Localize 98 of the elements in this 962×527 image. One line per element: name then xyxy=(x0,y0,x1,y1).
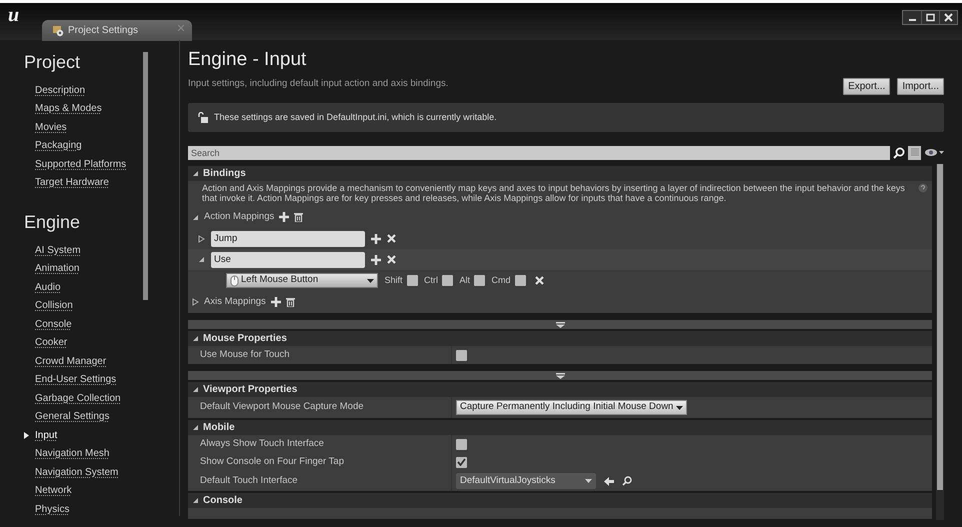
expanded-arrow-icon[interactable] xyxy=(192,214,199,220)
caret-icon[interactable] xyxy=(367,278,374,282)
search-icon[interactable] xyxy=(622,476,632,486)
expanded-arrow-icon[interactable] xyxy=(192,497,199,504)
expanded-arrow-icon[interactable] xyxy=(192,170,199,177)
scrollbar-thumb[interactable] xyxy=(937,164,943,490)
sidebar-link[interactable]: Movies xyxy=(35,120,67,135)
sidebar-link[interactable]: AI System xyxy=(35,242,81,258)
close-button[interactable] xyxy=(939,11,957,24)
trash-icon[interactable] xyxy=(286,297,295,307)
sidebar-link[interactable]: Crowd Manager xyxy=(35,354,106,369)
property-label: Always Show Touch Interface xyxy=(200,436,324,451)
back-arrow-icon[interactable] xyxy=(604,476,614,486)
grid-view-button[interactable] xyxy=(908,146,921,160)
group-label: Action Mappings xyxy=(204,210,274,224)
expand-down-icon xyxy=(556,322,564,328)
section-heading: Project xyxy=(23,51,82,74)
search-icon[interactable] xyxy=(893,146,905,158)
checkbox[interactable] xyxy=(456,456,467,468)
key-dropdown[interactable]: Left Mouse Button xyxy=(226,273,378,288)
maximize-button[interactable] xyxy=(921,11,939,24)
checkbox[interactable] xyxy=(514,275,526,286)
sidebar-link[interactable]: End-User Settings xyxy=(35,372,116,388)
minimize-button[interactable] xyxy=(903,11,921,24)
dropdown[interactable]: Capture Permanently Including Initial Mouse Down xyxy=(456,400,688,415)
group-label: Axis Mappings xyxy=(204,294,266,309)
name-field[interactable]: Use xyxy=(211,252,365,268)
name-field[interactable]: Jump xyxy=(211,230,365,246)
checkbox[interactable] xyxy=(456,350,467,360)
search-field[interactable]: Search xyxy=(188,146,890,160)
tab-title: Project Settings xyxy=(68,24,138,38)
maximize-icon xyxy=(926,13,935,22)
sidebar-link[interactable]: Physics xyxy=(35,502,70,516)
checkbox[interactable] xyxy=(442,275,454,286)
property-label: Default Touch Interface xyxy=(200,474,298,488)
category-title: Bindings xyxy=(203,167,246,181)
property-label: Use Mouse for Touch xyxy=(200,348,290,362)
grid-icon xyxy=(910,148,918,157)
sidebar-link[interactable]: Description xyxy=(35,82,86,98)
app-logo: u xyxy=(8,4,20,27)
category-title: Console xyxy=(203,494,242,508)
check-icon xyxy=(457,458,466,466)
tab[interactable]: Project Settings xyxy=(42,20,192,41)
category-title: Viewport Properties xyxy=(203,383,298,397)
scrollbar[interactable] xyxy=(143,52,148,300)
page-title: Engine - Input xyxy=(188,48,308,70)
sidebar-link[interactable]: Animation xyxy=(35,261,80,276)
checkbox[interactable] xyxy=(474,275,486,286)
sidebar-link[interactable]: Input xyxy=(35,428,58,443)
sidebar-link[interactable]: Supported Platforms xyxy=(35,156,126,172)
modifier-label: Alt xyxy=(460,274,470,287)
sidebar-link[interactable]: General Settings xyxy=(35,409,110,424)
sidebar-link[interactable]: Navigation System xyxy=(35,464,118,480)
notice-text: These settings are saved in DefaultInput.ini, which is currently writable. xyxy=(214,110,497,124)
sidebar-link[interactable]: Navigation Mesh xyxy=(35,446,110,462)
sidebar-link[interactable]: Maps & Modes xyxy=(35,101,102,116)
selected-arrow-icon xyxy=(24,432,29,439)
category-title: Mobile xyxy=(203,421,235,435)
toolbar-button[interactable]: Export... xyxy=(843,78,890,95)
trash-icon[interactable] xyxy=(294,212,304,222)
modifier-label: Ctrl xyxy=(424,274,438,287)
eye-icon[interactable] xyxy=(924,148,944,157)
caret-icon[interactable] xyxy=(676,406,684,410)
plus-icon[interactable] xyxy=(270,297,281,307)
toolbar-button[interactable]: Import... xyxy=(897,78,944,95)
expanded-arrow-icon[interactable] xyxy=(192,386,199,393)
checkbox[interactable] xyxy=(406,275,418,286)
sidebar-link[interactable]: Garbage Collection xyxy=(35,390,121,406)
sidebar-link[interactable]: Cooker xyxy=(35,335,68,350)
expand-down-icon xyxy=(556,372,564,378)
expanded-arrow-icon[interactable] xyxy=(192,424,199,431)
sidebar-link[interactable]: Packaging xyxy=(35,138,82,154)
expanded-arrow-icon[interactable] xyxy=(192,335,199,342)
sidebar-link[interactable]: Network xyxy=(35,483,72,498)
asset-dropdown[interactable]: DefaultVirtualJoysticks xyxy=(456,473,596,489)
plus-icon[interactable] xyxy=(371,234,381,244)
close-icon xyxy=(944,13,953,22)
modifier-label: Shift xyxy=(384,274,403,287)
unlock-icon xyxy=(197,112,208,123)
property-label: Show Console on Four Finger Tap xyxy=(200,454,344,469)
mouse-icon xyxy=(230,274,239,286)
sidebar-link[interactable]: Target Hardware xyxy=(35,175,109,190)
sidebar-link[interactable]: Audio xyxy=(35,280,61,295)
plus-icon[interactable] xyxy=(279,212,290,222)
collapsed-arrow-icon[interactable] xyxy=(192,298,199,306)
sidebar-link[interactable]: Collision xyxy=(35,298,73,314)
section-heading: Engine xyxy=(23,211,82,234)
plus-icon[interactable] xyxy=(371,254,381,264)
page-subtitle: Input settings, including default input action and axis bindings. xyxy=(188,76,448,91)
help-icon[interactable] xyxy=(918,183,928,193)
category-description: Action and Axis Mappings provide a mechanism to conveniently map keys and axes to input behaviors by inserting a layer of indirection between the input behavior and the keys that invoke it. Action Mappings are for key presses and releases, while Axis Mappings allow for inputs that have a continuous range. xyxy=(202,183,906,203)
expanded-arrow-icon[interactable] xyxy=(198,256,205,263)
sidebar-link[interactable]: Console xyxy=(35,316,72,332)
collapsed-arrow-icon[interactable] xyxy=(198,234,205,242)
category-title: Mouse Properties xyxy=(203,332,287,346)
checkbox[interactable] xyxy=(456,438,467,450)
modifier-label: Cmd xyxy=(492,274,511,287)
property-label: Default Viewport Mouse Capture Mode xyxy=(200,400,364,414)
